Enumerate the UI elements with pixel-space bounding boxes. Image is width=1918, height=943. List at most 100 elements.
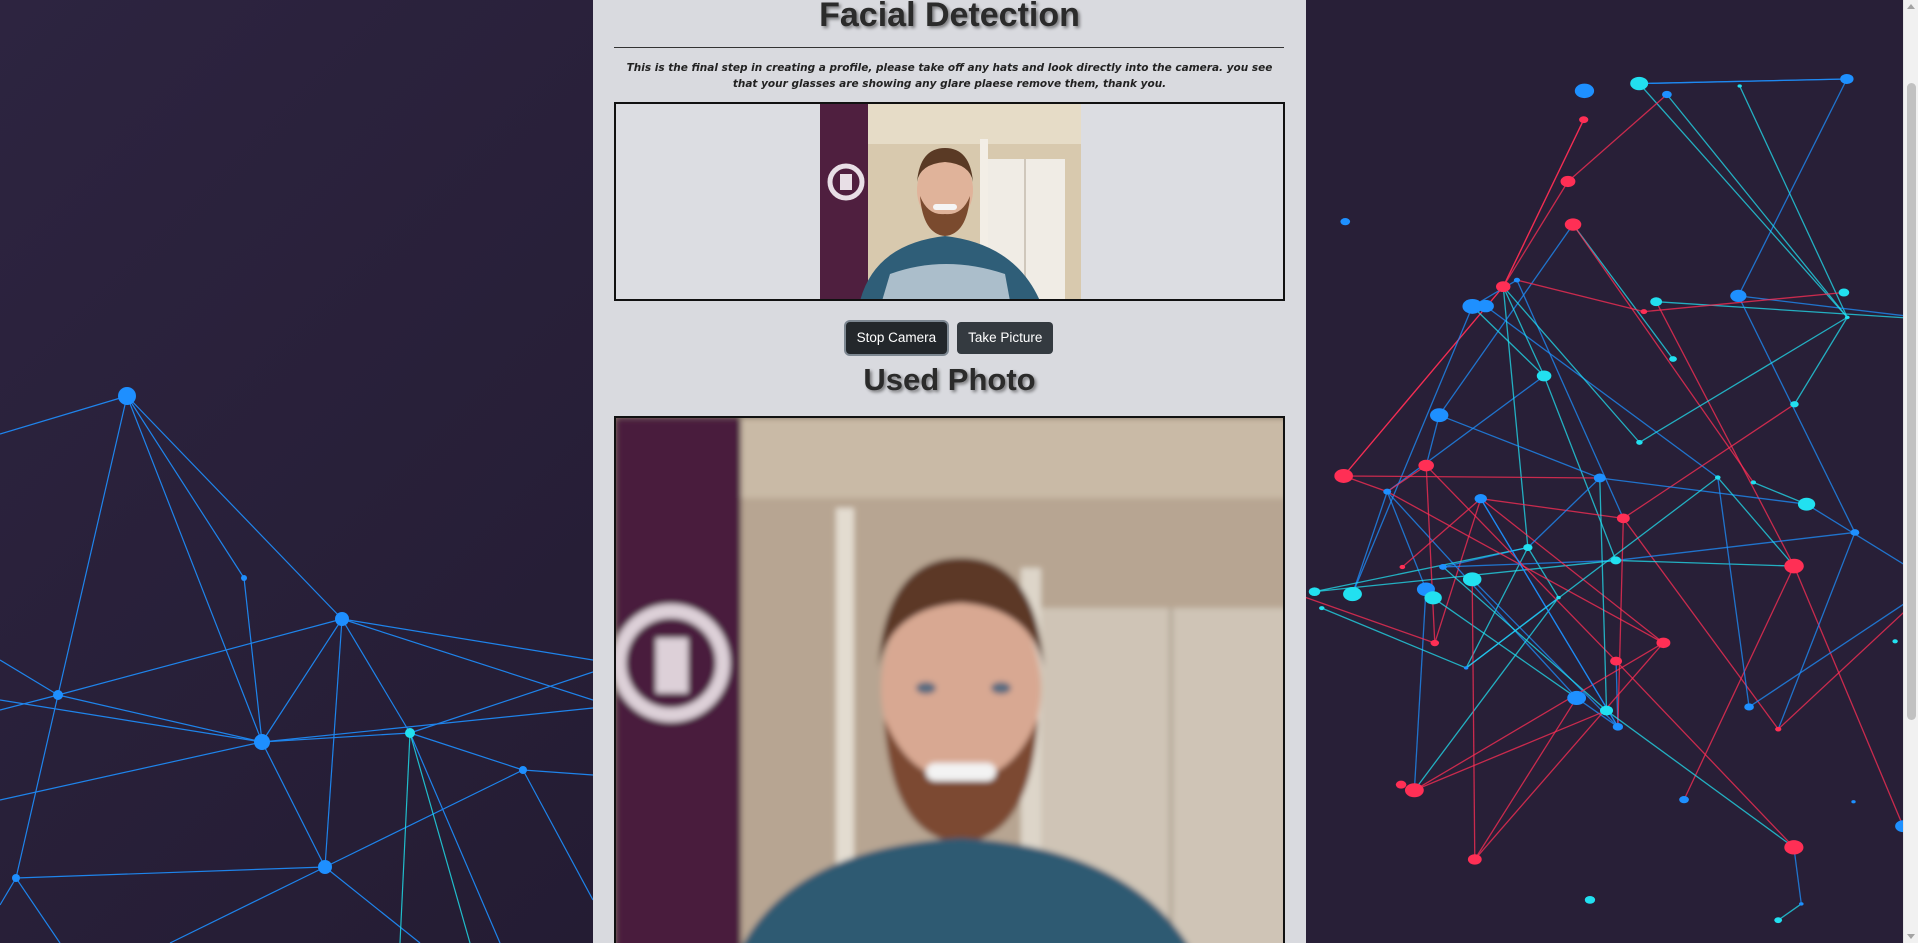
network-edge <box>1737 78 1848 297</box>
network-edge <box>1666 94 1848 318</box>
network-edge <box>1615 559 1795 567</box>
network-edge <box>1471 578 1619 728</box>
scroll-up-icon[interactable] <box>1907 4 1915 9</box>
camera-feed-video <box>820 104 1081 299</box>
title-divider <box>614 47 1284 48</box>
network-node <box>1334 468 1353 483</box>
right-network-background <box>1306 0 1918 943</box>
network-edge <box>1793 847 1802 905</box>
network-node <box>1737 84 1742 88</box>
network-edge <box>1516 279 1624 519</box>
network-edge <box>1351 491 1388 595</box>
network-node <box>1784 840 1804 855</box>
network-edge <box>1471 579 1476 860</box>
network-node <box>1404 783 1424 798</box>
network-edge <box>1502 181 1569 287</box>
network-node <box>1636 439 1643 445</box>
network-edge <box>1615 531 1855 562</box>
network-edge <box>1474 697 1578 860</box>
network-node <box>1474 494 1487 504</box>
network-node <box>1714 475 1721 480</box>
network-node <box>1308 587 1321 596</box>
network-node <box>1892 639 1898 644</box>
network-edge <box>1572 224 1754 483</box>
network-node <box>1399 564 1406 570</box>
instructions-text: This is the final step in creating a pro… <box>626 62 1273 90</box>
network-edge <box>1639 78 1847 85</box>
network-edge <box>1656 301 1918 320</box>
network-edge <box>1639 316 1848 443</box>
network-node <box>1319 606 1325 611</box>
network-node <box>1640 309 1648 315</box>
network-node <box>1610 656 1623 666</box>
page-title: Facial Detection <box>819 0 1080 34</box>
network-edge <box>1527 547 1560 598</box>
network-node <box>1784 558 1804 574</box>
network-node <box>1439 564 1447 570</box>
network-edge <box>1413 589 1427 791</box>
scrollbar-thumb[interactable] <box>1907 83 1916 720</box>
network-edge <box>1351 306 1473 595</box>
webcam-image <box>820 104 1081 299</box>
network-edge <box>1502 286 1640 443</box>
network-edge <box>1622 403 1795 519</box>
used-photo <box>614 416 1285 943</box>
network-edge <box>1442 566 1607 712</box>
network-edge <box>1502 286 1545 377</box>
network-node <box>1567 690 1587 706</box>
network-edge <box>1386 491 1427 590</box>
network-node <box>1593 473 1606 483</box>
left-network-background <box>0 0 593 943</box>
network-edge <box>1567 93 1668 182</box>
network-node <box>1650 297 1663 307</box>
network-node <box>1418 459 1434 472</box>
network-edge <box>1343 475 1600 479</box>
network-node <box>1340 218 1351 226</box>
network-node <box>1462 298 1483 314</box>
network-node <box>1797 497 1816 511</box>
network-node <box>1395 780 1407 789</box>
network-node <box>1536 370 1552 382</box>
network-node <box>1669 356 1677 362</box>
network-edge <box>1414 709 1607 791</box>
page-scrollbar[interactable] <box>1903 0 1918 943</box>
profile-panel: Facial Detection This is the final step … <box>593 0 1306 943</box>
network-globe-icon <box>1306 73 1918 924</box>
network-node <box>1616 513 1630 524</box>
network-node <box>1790 401 1799 408</box>
scroll-down-icon[interactable] <box>1907 934 1915 939</box>
network-node <box>1584 895 1596 904</box>
camera-preview <box>614 102 1285 301</box>
network-node <box>1662 90 1672 99</box>
network-edge <box>1516 279 1645 313</box>
network-node <box>1463 666 1469 670</box>
captured-photo-image <box>616 418 1283 943</box>
network-edge <box>1793 565 1904 827</box>
network-edge <box>1748 593 1918 708</box>
network-node <box>1775 726 1782 732</box>
network-edge <box>1777 903 1802 921</box>
network-node <box>1343 586 1362 602</box>
network-node <box>1599 705 1614 716</box>
network-node <box>1744 703 1754 711</box>
stop-camera-button[interactable]: Stop Camera <box>845 322 948 354</box>
network-node <box>1556 595 1561 600</box>
network-edge <box>1572 224 1674 360</box>
network-node <box>1383 488 1392 495</box>
network-node <box>1844 315 1850 320</box>
take-picture-button[interactable]: Take Picture <box>957 322 1054 354</box>
network-node <box>1774 917 1783 924</box>
network-edge <box>1438 414 1601 479</box>
network-node <box>1496 281 1511 293</box>
network-edge <box>1414 642 1664 791</box>
network-edge <box>1527 477 1601 548</box>
network-edge <box>1485 305 1719 479</box>
network-node <box>1574 83 1595 99</box>
network-edge <box>1438 224 1574 416</box>
network-node <box>1564 218 1582 231</box>
network-edge <box>1434 498 1482 644</box>
network-node <box>1430 639 1440 647</box>
network-edge <box>1502 119 1585 287</box>
network-node <box>1424 591 1442 605</box>
network-node <box>1610 556 1622 565</box>
